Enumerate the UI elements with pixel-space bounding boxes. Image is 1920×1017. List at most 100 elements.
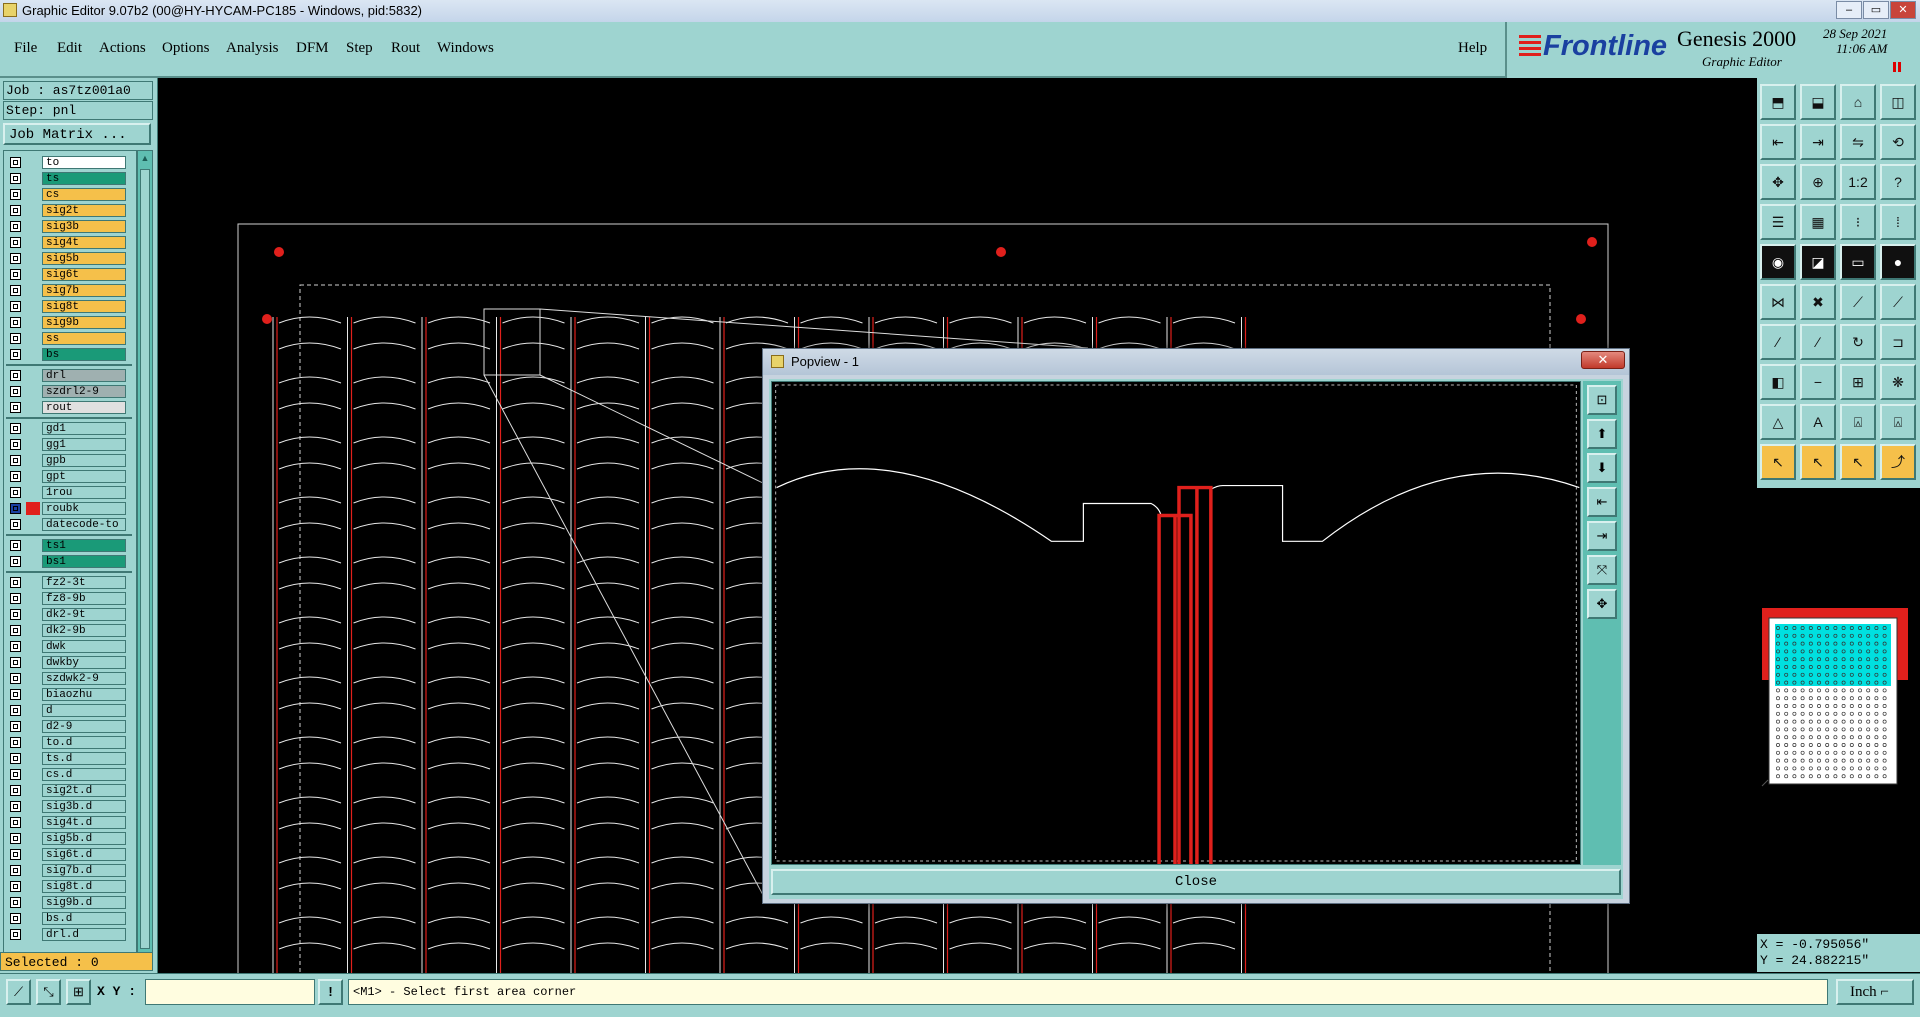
- layer-row-ts.d[interactable]: ts.d: [4, 751, 134, 766]
- arc-icon[interactable]: ↻: [1840, 324, 1876, 360]
- popview-pan-right-icon[interactable]: ⇥: [1587, 521, 1617, 551]
- popview-canvas[interactable]: [771, 381, 1581, 865]
- layer-name[interactable]: ts1: [42, 539, 126, 552]
- unit-selector[interactable]: Inch ⌐: [1836, 979, 1914, 1005]
- layer-row-d[interactable]: d: [4, 703, 134, 718]
- layer-checkbox[interactable]: [10, 785, 21, 796]
- layer-name[interactable]: ts: [42, 172, 126, 185]
- layer-name[interactable]: biaozhu: [42, 688, 126, 701]
- menu-actions[interactable]: Actions: [99, 40, 146, 57]
- layer-name[interactable]: ts.d: [42, 752, 126, 765]
- layer-checkbox[interactable]: [10, 769, 21, 780]
- layer-row-biaozhu[interactable]: biaozhu: [4, 687, 134, 702]
- layer-name[interactable]: bs: [42, 348, 126, 361]
- layer-row-sig9b.d[interactable]: sig9b.d: [4, 895, 134, 910]
- layer-checkbox[interactable]: [10, 237, 21, 248]
- layer-row-bs.d[interactable]: bs.d: [4, 911, 134, 926]
- layer-checkbox[interactable]: [10, 253, 21, 264]
- drill-icon[interactable]: ◪: [1800, 244, 1836, 280]
- rotate-icon[interactable]: ⟲: [1880, 124, 1916, 160]
- layer-name[interactable]: gpb: [42, 454, 126, 467]
- layer-row-ts[interactable]: ts: [4, 171, 134, 186]
- layer-row-sig7b[interactable]: sig7b: [4, 283, 134, 298]
- layer-checkbox[interactable]: [10, 540, 21, 551]
- layer-row-cs.d[interactable]: cs.d: [4, 767, 134, 782]
- layer-name[interactable]: to: [42, 156, 126, 169]
- layer-name[interactable]: sig4t.d: [42, 816, 126, 829]
- layer-name[interactable]: sig5b: [42, 252, 126, 265]
- layer-checkbox[interactable]: [10, 753, 21, 764]
- layer-checkbox[interactable]: [10, 625, 21, 636]
- layer-name[interactable]: cs: [42, 188, 126, 201]
- layer-checkbox[interactable]: [10, 370, 21, 381]
- layer-row-sig8t.d[interactable]: sig8t.d: [4, 879, 134, 894]
- minus-icon[interactable]: −: [1800, 364, 1836, 400]
- layer-checkbox[interactable]: [10, 801, 21, 812]
- layer-row-sig3b.d[interactable]: sig3b.d: [4, 799, 134, 814]
- layer-checkbox[interactable]: [10, 817, 21, 828]
- layer-name[interactable]: gd1: [42, 422, 126, 435]
- layer-checkbox[interactable]: [10, 349, 21, 360]
- layer-name[interactable]: d: [42, 704, 126, 717]
- layer-checkbox[interactable]: [10, 705, 21, 716]
- pad-add-icon[interactable]: ◧: [1760, 364, 1796, 400]
- layer-row-to.d[interactable]: to.d: [4, 735, 134, 750]
- move-right-icon[interactable]: ⇥: [1800, 124, 1836, 160]
- layer-checkbox[interactable]: [10, 301, 21, 312]
- layer-name[interactable]: cs.d: [42, 768, 126, 781]
- layer-checkbox[interactable]: [10, 577, 21, 588]
- layer-checkbox[interactable]: [10, 269, 21, 280]
- layer-checkbox[interactable]: [10, 157, 21, 168]
- layer-row-bs[interactable]: bs: [4, 347, 134, 362]
- layer-row-roubk[interactable]: roubk: [4, 501, 134, 516]
- layer-name[interactable]: ss: [42, 332, 126, 345]
- layer-checkbox[interactable]: [10, 673, 21, 684]
- layer-name[interactable]: szdwk2-9: [42, 672, 126, 685]
- layer-row-sig7b.d[interactable]: sig7b.d: [4, 863, 134, 878]
- cross-icon[interactable]: ✖: [1800, 284, 1836, 320]
- layer-row-sig2t.d[interactable]: sig2t.d: [4, 783, 134, 798]
- menu-step[interactable]: Step: [346, 40, 373, 57]
- layer-scrollbar[interactable]: ▲ ▼: [137, 150, 153, 968]
- menu-file[interactable]: File: [14, 40, 37, 57]
- layer-row-sig3b[interactable]: sig3b: [4, 219, 134, 234]
- layer-checkbox[interactable]: [10, 402, 21, 413]
- measure-icon[interactable]: ⤡: [36, 979, 61, 1005]
- text-b-icon[interactable]: ⍓: [1840, 404, 1876, 440]
- layer-checkbox[interactable]: [10, 929, 21, 940]
- layer-checkbox[interactable]: [10, 721, 21, 732]
- ruler-icon[interactable]: ▭: [1840, 244, 1876, 280]
- layers-icon[interactable]: ☰: [1760, 204, 1796, 240]
- layer-name[interactable]: sig8t: [42, 300, 126, 313]
- layer-name[interactable]: sig8t.d: [42, 880, 126, 893]
- layer-checkbox[interactable]: [10, 333, 21, 344]
- layer-name[interactable]: sig9b: [42, 316, 126, 329]
- menu-dfm[interactable]: DFM: [296, 40, 329, 57]
- layer-row-sig4t[interactable]: sig4t: [4, 235, 134, 250]
- center-icon[interactable]: ⊕: [1800, 164, 1836, 200]
- layer-row-cs[interactable]: cs: [4, 187, 134, 202]
- split-view-icon[interactable]: ◫: [1880, 84, 1916, 120]
- polygon-icon[interactable]: △: [1760, 404, 1796, 440]
- layer-checkbox[interactable]: [10, 471, 21, 482]
- layer-row-fz8-9b[interactable]: fz8-9b: [4, 591, 134, 606]
- popview-zoom-icon[interactable]: ⊡: [1587, 385, 1617, 415]
- layer-name[interactable]: d2-9: [42, 720, 126, 733]
- layer-checkbox[interactable]: [10, 593, 21, 604]
- popview-zoom-in-icon[interactable]: ⬆: [1587, 419, 1617, 449]
- menu-analysis[interactable]: Analysis: [226, 40, 279, 57]
- layer-checkbox[interactable]: [10, 641, 21, 652]
- scale-icon[interactable]: 1:2: [1840, 164, 1876, 200]
- select-icon[interactable]: ↖: [1760, 444, 1796, 480]
- layer-name[interactable]: sig2t.d: [42, 784, 126, 797]
- measure-icon[interactable]: ⊞: [1840, 364, 1876, 400]
- layer-name[interactable]: sig6t: [42, 268, 126, 281]
- popview-zoom-out-icon[interactable]: ⬇: [1587, 453, 1617, 483]
- layer-row-sig6t[interactable]: sig6t: [4, 267, 134, 282]
- layer-checkbox[interactable]: [10, 189, 21, 200]
- layer-row-gpt[interactable]: gpt: [4, 469, 134, 484]
- fit-icon[interactable]: ✥: [1760, 164, 1796, 200]
- layer-checkbox[interactable]: [10, 386, 21, 397]
- scroll-thumb[interactable]: [140, 169, 150, 949]
- layer-row-ss[interactable]: ss: [4, 331, 134, 346]
